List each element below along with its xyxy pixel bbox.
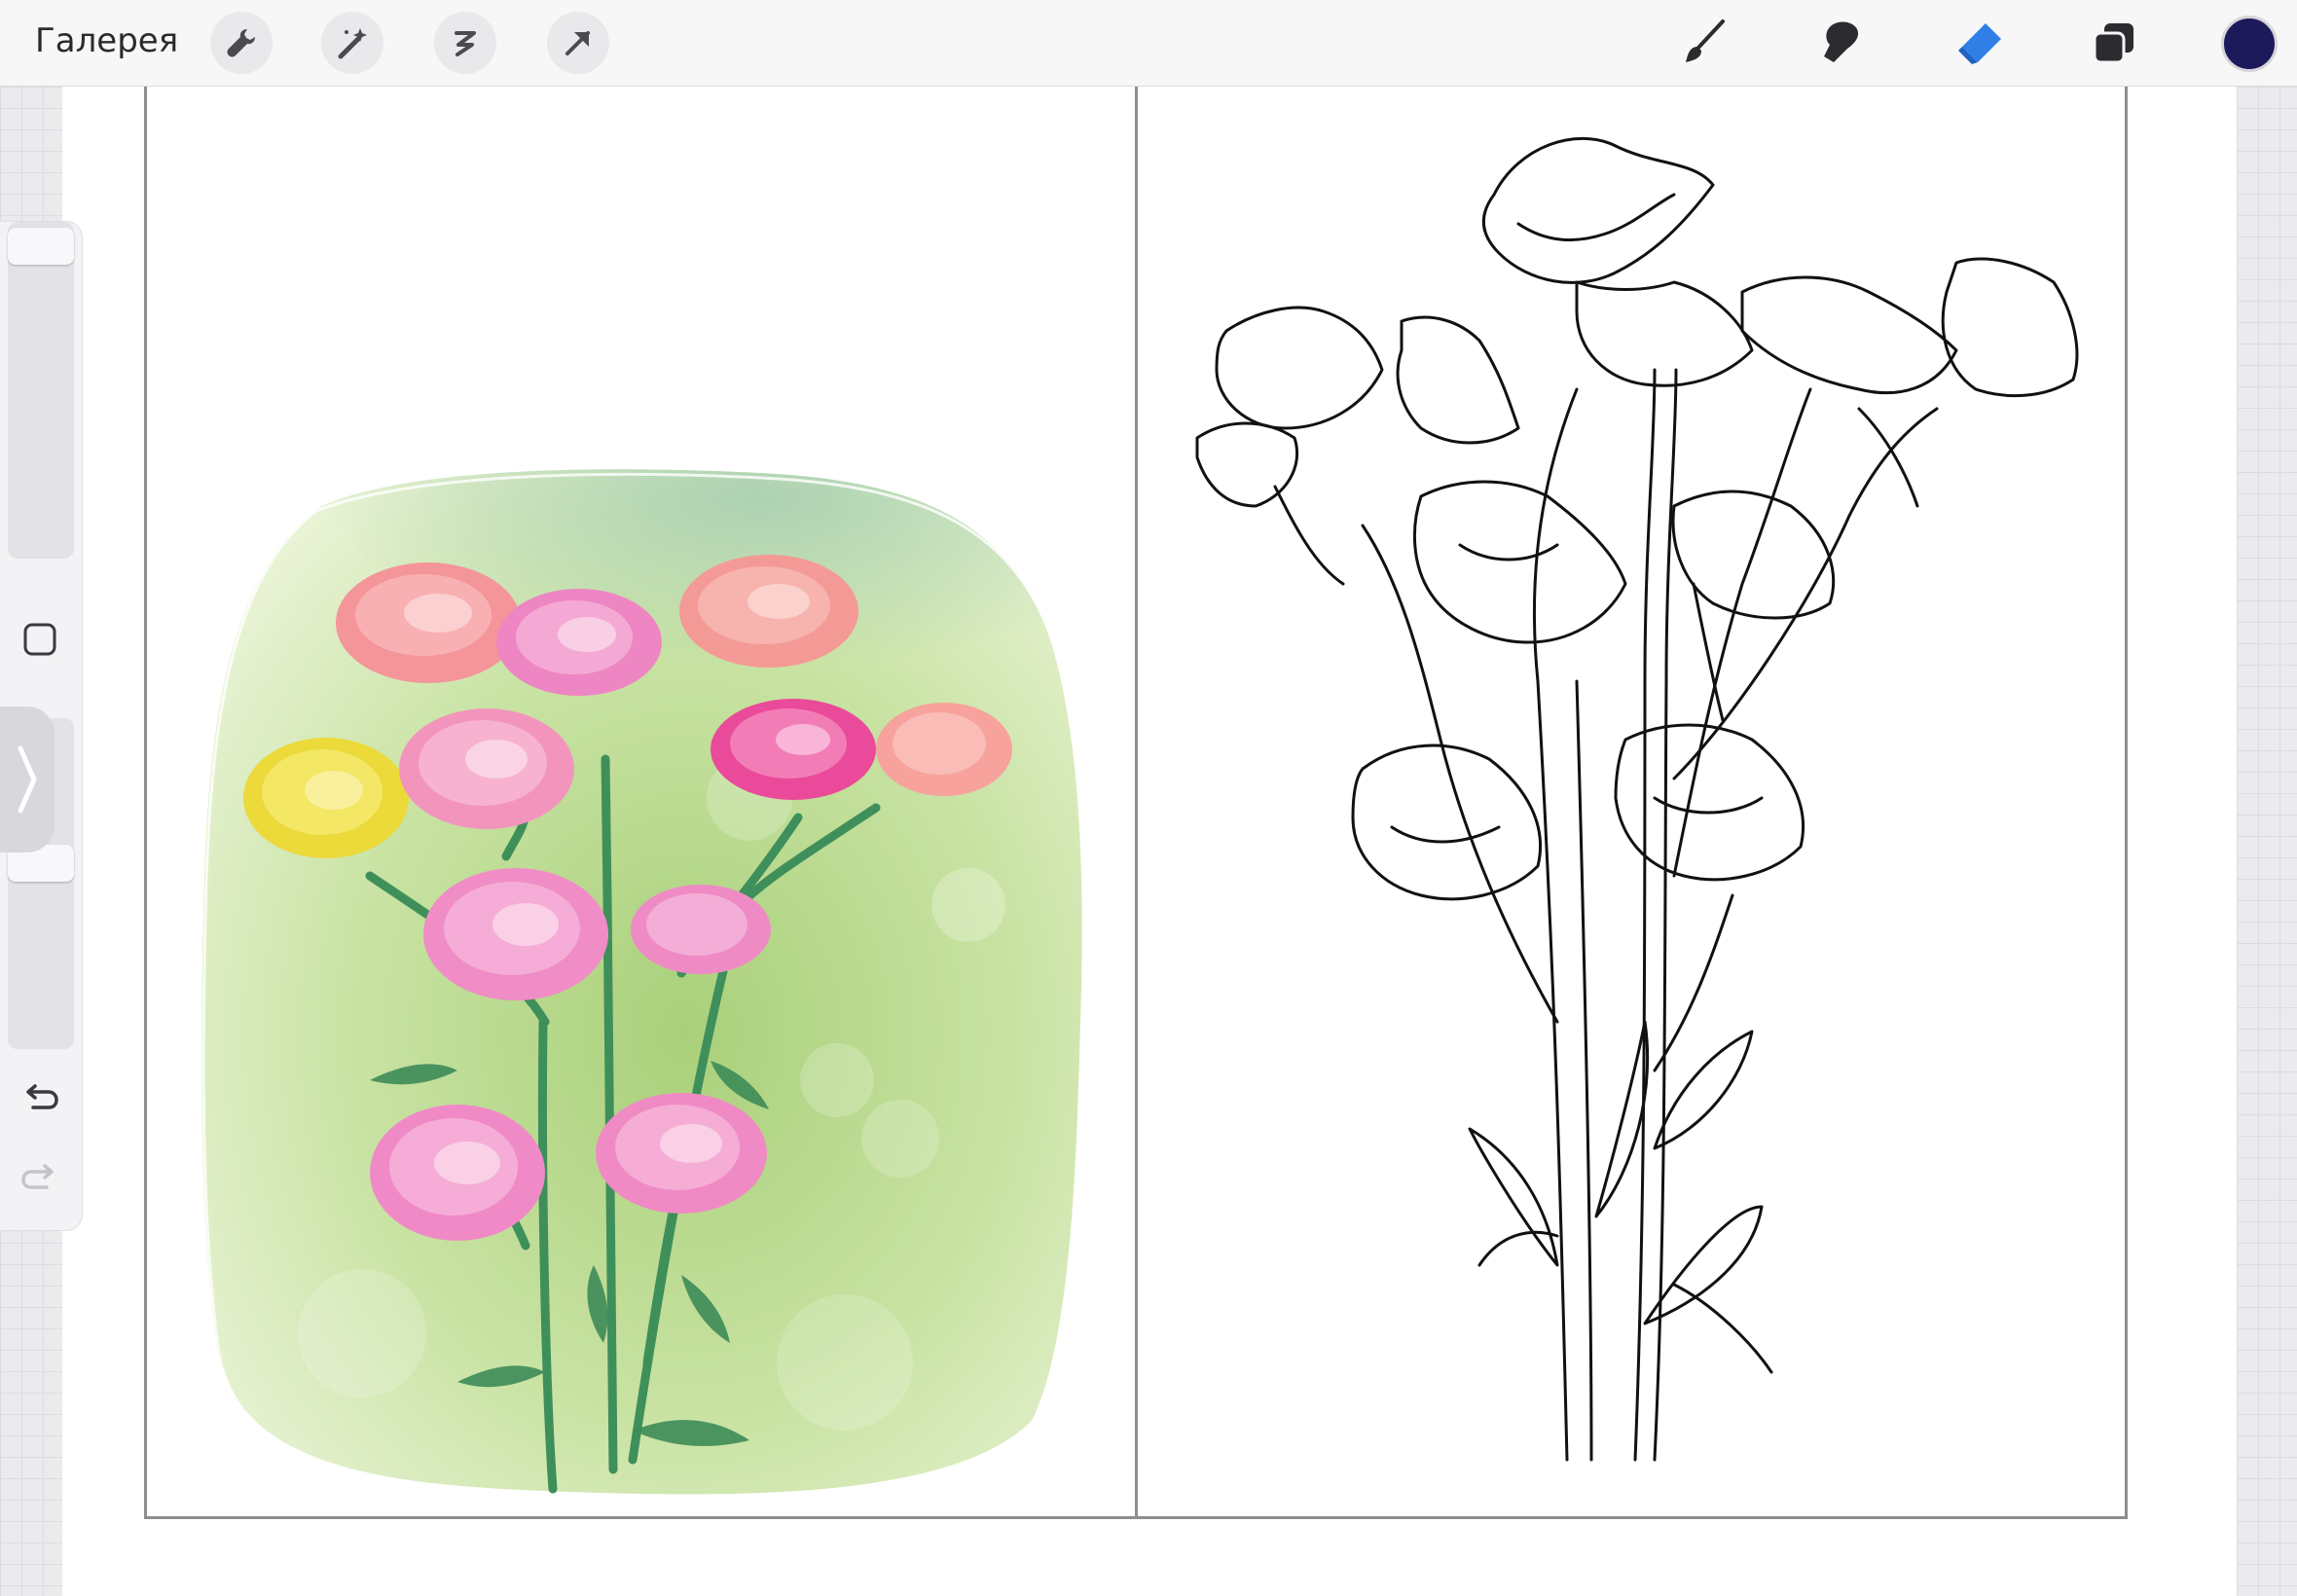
modify-button[interactable] [21, 621, 58, 658]
selection-icon [455, 31, 476, 56]
eraser-button[interactable] [1951, 14, 2009, 72]
modify-square-icon [23, 623, 56, 656]
eraser-icon [1958, 23, 2001, 64]
wrench-icon [227, 29, 255, 57]
magic-wand-icon [338, 28, 367, 59]
top-toolbar: Галерея [0, 0, 2297, 87]
side-panel [0, 222, 82, 1230]
gallery-button[interactable]: Галерея [35, 21, 178, 60]
layers-icon [2093, 23, 2133, 64]
side-panel-toggle[interactable] [0, 707, 55, 852]
undo-icon [26, 1084, 58, 1109]
transform-arrow-icon [565, 31, 590, 55]
selection-button[interactable] [434, 12, 496, 74]
brush-button[interactable] [1674, 14, 1732, 72]
smudge-button[interactable] [1812, 14, 1871, 72]
brush-icon [1686, 19, 1725, 62]
redo-icon [21, 1164, 54, 1189]
color-picker-swatch[interactable] [2221, 16, 2278, 72]
panel-collapse-chevron-icon [18, 745, 37, 814]
redo-button[interactable] [19, 1158, 60, 1199]
layers-button[interactable] [2085, 14, 2143, 72]
transform-button[interactable] [547, 12, 609, 74]
adjustments-button[interactable] [321, 12, 383, 74]
page-divider [1135, 87, 1138, 1519]
actions-wrench-button[interactable] [210, 12, 273, 74]
brush-size-slider-thumb[interactable] [8, 228, 74, 265]
brush-size-slider[interactable] [8, 222, 74, 559]
smudge-icon [1824, 21, 1859, 62]
undo-button[interactable] [19, 1078, 60, 1119]
